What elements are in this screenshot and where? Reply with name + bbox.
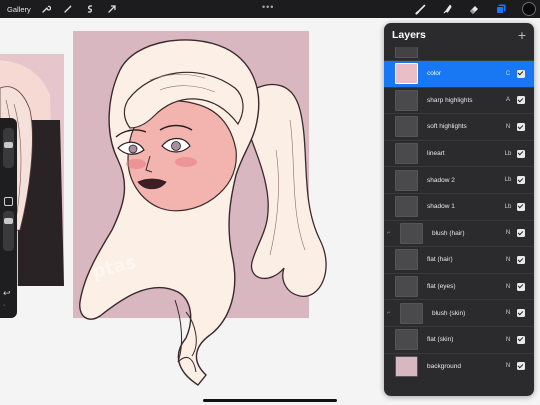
layer-name: blush (skin) <box>432 309 466 317</box>
layer-row[interactable]: flat (hair) N <box>384 246 534 273</box>
layer-row[interactable]: flat (eyes) N <box>384 272 534 300</box>
redo-icon[interactable]: · <box>3 302 5 309</box>
visibility-checkbox[interactable] <box>517 202 525 211</box>
home-indicator <box>203 399 337 402</box>
blend-mode-button[interactable]: N <box>501 337 515 343</box>
left-sidebar: ↩ · <box>0 118 17 318</box>
layer-row[interactable]: ⌐ blush (hair) N <box>384 219 534 247</box>
opacity-thumb[interactable] <box>4 218 13 224</box>
brush-size-thumb[interactable] <box>4 142 13 148</box>
blend-mode-button[interactable]: C <box>501 71 515 77</box>
blend-mode-button[interactable]: N <box>501 230 515 236</box>
layer-thumbnail[interactable] <box>395 329 418 351</box>
layer-name: sharp highlights <box>427 96 473 104</box>
visibility-checkbox[interactable] <box>517 282 525 291</box>
visibility-checkbox[interactable] <box>517 229 525 238</box>
visibility-checkbox[interactable] <box>517 122 525 131</box>
layer-thumbnail[interactable] <box>395 355 418 377</box>
blend-mode-button[interactable]: Lb <box>501 177 515 183</box>
layer-name: flat (skin) <box>427 336 454 344</box>
layer-thumbnail[interactable] <box>395 63 418 85</box>
layer-list: color Csharp highlights Asoft highlights Nl… <box>384 60 534 379</box>
transform-arrow-icon[interactable] <box>105 2 119 16</box>
visibility-checkbox[interactable] <box>517 362 525 371</box>
eraser-icon[interactable] <box>467 2 481 16</box>
layer-row[interactable]: sharp highlights A <box>384 86 534 114</box>
layer-name: background <box>427 362 461 370</box>
blend-mode-button[interactable]: Lb <box>501 151 515 157</box>
layer-thumbnail[interactable] <box>395 169 418 191</box>
modify-button[interactable] <box>4 197 13 206</box>
layer-thumbnail[interactable] <box>395 143 418 165</box>
blend-mode-button[interactable]: N <box>501 284 515 290</box>
layer-thumbnail[interactable] <box>395 196 418 218</box>
color-picker-button[interactable] <box>522 2 536 16</box>
layers-icon[interactable] <box>494 2 508 16</box>
visibility-checkbox[interactable] <box>517 309 525 318</box>
layer-row[interactable]: shadow 2 Lb <box>384 166 534 193</box>
layer-name: color <box>427 70 442 78</box>
top-toolbar: Gallery ••• <box>0 0 540 18</box>
layer-thumbnail[interactable] <box>395 116 418 138</box>
layer-row[interactable]: shadow 1 Lb <box>384 192 534 220</box>
selection-icon[interactable] <box>83 2 97 16</box>
layer-name: flat (hair) <box>427 256 453 264</box>
magic-wand-icon[interactable] <box>61 2 75 16</box>
clipping-mask-icon: ⌐ <box>387 230 391 237</box>
layer-row[interactable]: background N <box>384 352 534 380</box>
layer-thumbnail[interactable] <box>395 249 418 271</box>
layer-thumbnail[interactable] <box>395 276 418 298</box>
brush-size-slider[interactable] <box>3 128 14 168</box>
blend-mode-button[interactable]: N <box>501 363 515 369</box>
gallery-button[interactable]: Gallery <box>7 5 31 14</box>
layer-row[interactable]: ⌐ blush (skin) N <box>384 299 534 326</box>
layer-row[interactable]: lineart Lb <box>384 139 534 167</box>
layer-row[interactable]: color C <box>384 60 534 87</box>
visibility-checkbox[interactable] <box>517 69 525 78</box>
layers-title: Layers <box>392 29 426 41</box>
smudge-icon[interactable] <box>440 2 454 16</box>
visibility-checkbox[interactable] <box>517 149 525 158</box>
procreate-app: Gallery ••• ptas ↩ · Layers + color C sh… <box>0 0 540 405</box>
layer-name: lineart <box>427 150 445 158</box>
layers-panel: Layers + color Csharp highlights Asoft hig… <box>384 23 534 396</box>
more-options-button[interactable]: ••• <box>262 2 274 12</box>
blend-mode-button[interactable]: N <box>501 124 515 130</box>
clipping-mask-icon: ⌐ <box>387 310 391 317</box>
blend-mode-button[interactable]: N <box>501 310 515 316</box>
undo-icon[interactable]: ↩ <box>3 288 11 299</box>
add-layer-button[interactable]: + <box>518 28 526 42</box>
wrench-icon[interactable] <box>39 2 53 16</box>
blend-mode-button[interactable]: Lb <box>501 204 515 210</box>
layers-header: Layers + <box>384 23 534 47</box>
blend-mode-button[interactable]: N <box>501 257 515 263</box>
opacity-slider[interactable] <box>3 211 14 251</box>
layer-thumbnail[interactable] <box>400 222 423 244</box>
layer-thumbnail[interactable] <box>395 89 418 111</box>
layer-name: shadow 1 <box>427 203 455 211</box>
layer-name: shadow 2 <box>427 176 455 184</box>
visibility-checkbox[interactable] <box>517 335 525 344</box>
visibility-checkbox[interactable] <box>517 96 525 105</box>
layer-thumbnail[interactable] <box>400 302 423 324</box>
layer-row[interactable]: soft highlights N <box>384 113 534 140</box>
blend-mode-button[interactable]: A <box>501 97 515 103</box>
layer-name: flat (eyes) <box>427 283 456 291</box>
scrolled-layer-fragment <box>384 47 534 60</box>
layer-row[interactable]: flat (skin) N <box>384 325 534 353</box>
layer-name: soft highlights <box>427 123 467 131</box>
visibility-checkbox[interactable] <box>517 176 525 185</box>
visibility-checkbox[interactable] <box>517 255 525 264</box>
layer-name: blush (hair) <box>432 229 465 237</box>
brush-icon[interactable] <box>414 2 428 16</box>
